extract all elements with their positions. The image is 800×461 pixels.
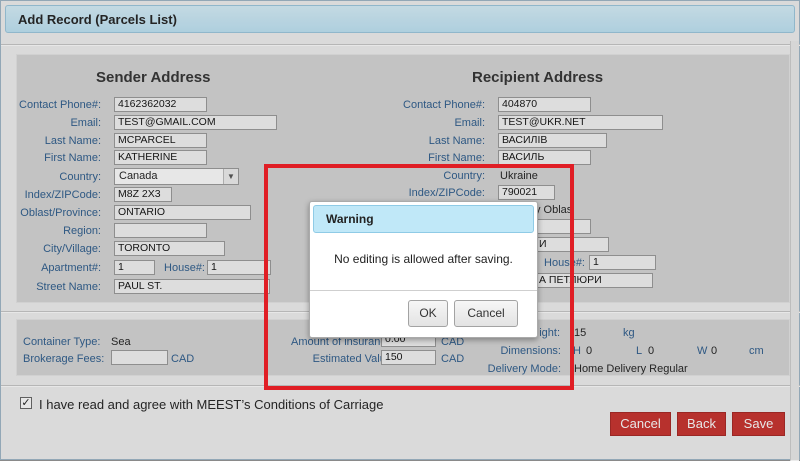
highlight-box	[264, 164, 574, 390]
